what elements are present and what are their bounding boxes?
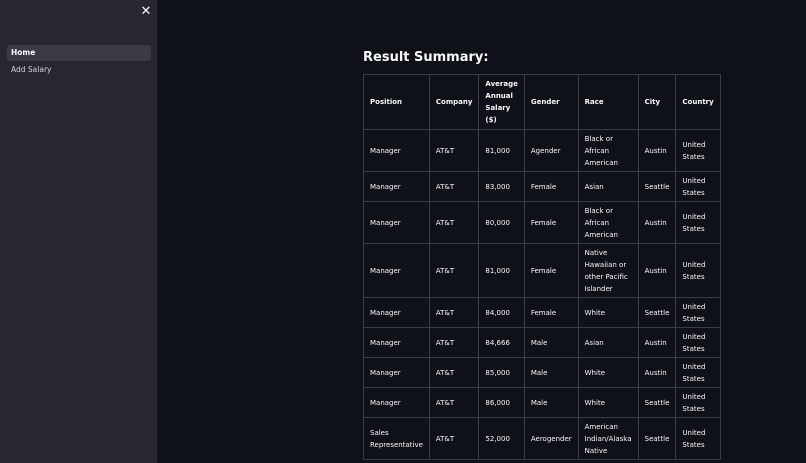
table-row: Manager AT&T 84,000 Female White Seattle Unite…	[363, 297, 721, 328]
table-row: Manager AT&T 80,000 Female Black or African …	[363, 201, 721, 244]
cell-salary: 84,666	[478, 327, 525, 358]
cell-position: Manager	[363, 171, 430, 202]
cell-country: United States	[675, 201, 721, 244]
header-company: Company	[428, 74, 480, 130]
sidebar-item-add-salary[interactable]: Add Salary	[7, 62, 151, 78]
cell-salary: 81,000	[478, 243, 525, 298]
cell-city: Austin	[637, 129, 677, 172]
cell-gender: Female	[523, 171, 579, 202]
cell-gender: Male	[523, 327, 579, 358]
cell-salary: 84,000	[478, 297, 525, 328]
cell-company: AT&T	[428, 357, 480, 388]
result-table: Position Company Average Annual Salary (…	[363, 74, 721, 460]
cell-country: United States	[675, 417, 721, 460]
sidebar: ✕ Home Add Salary	[0, 0, 157, 463]
cell-gender: Female	[523, 243, 579, 298]
app-root: ✕ Home Add Salary Result Summary: Positi…	[0, 0, 806, 463]
cell-salary: 81,000	[478, 129, 525, 172]
cell-race: White	[577, 357, 639, 388]
table-body: Manager AT&T 81,000 Agender Black or African…	[363, 129, 721, 460]
cell-country: United States	[675, 171, 721, 202]
cell-city: Austin	[637, 201, 677, 244]
cell-city: Seattle	[637, 297, 677, 328]
cell-company: AT&T	[428, 201, 480, 244]
cell-salary: 86,000	[478, 387, 525, 418]
table-row: Sales Representative AT&T 52,000 Aerogender…	[363, 417, 721, 460]
sidebar-item-home[interactable]: Home	[7, 45, 151, 61]
header-country: Country	[675, 74, 721, 130]
cell-company: AT&T	[428, 129, 480, 172]
cell-position: Manager	[363, 297, 430, 328]
header-gender: Gender	[523, 74, 579, 130]
cell-country: United States	[675, 327, 721, 358]
cell-city: Austin	[637, 243, 677, 298]
cell-position: Manager	[363, 201, 430, 244]
cell-position: Manager	[363, 357, 430, 388]
cell-race: White	[577, 387, 639, 418]
cell-country: United States	[675, 243, 721, 298]
header-position: Position	[363, 74, 430, 130]
cell-salary: 80,000	[478, 201, 525, 244]
close-sidebar-icon[interactable]: ✕	[138, 4, 154, 20]
cell-country: United States	[675, 297, 721, 328]
cell-city: Austin	[637, 327, 677, 358]
cell-race: White	[577, 297, 639, 328]
result-table-container: Position Company Average Annual Salary (…	[363, 74, 721, 460]
cell-city: Seattle	[637, 171, 677, 202]
cell-position: Manager	[363, 387, 430, 418]
cell-gender: Agender	[523, 129, 579, 172]
cell-salary: 52,000	[478, 417, 525, 460]
cell-company: AT&T	[428, 417, 480, 460]
cell-race: American Indian/Alaska Native	[577, 417, 639, 460]
cell-gender: Female	[523, 297, 579, 328]
cell-city: Seattle	[637, 417, 677, 460]
table-row: Manager AT&T 81,000 Female Native Hawaiian o…	[363, 243, 721, 298]
page-title: Result Summary:	[363, 50, 489, 65]
cell-position: Manager	[363, 129, 430, 172]
header-city: City	[637, 74, 677, 130]
cell-race: Black or African American	[577, 201, 639, 244]
cell-city: Austin	[637, 357, 677, 388]
table-row: Manager AT&T 83,000 Female Asian Seattle Unite…	[363, 171, 721, 202]
cell-company: AT&T	[428, 387, 480, 418]
cell-company: AT&T	[428, 243, 480, 298]
cell-position: Manager	[363, 243, 430, 298]
cell-race: Asian	[577, 171, 639, 202]
cell-gender: Male	[523, 387, 579, 418]
cell-company: AT&T	[428, 297, 480, 328]
table-row: Manager AT&T 81,000 Agender Black or African…	[363, 129, 721, 172]
cell-race: Black or African American	[577, 129, 639, 172]
cell-country: United States	[675, 357, 721, 388]
cell-position: Manager	[363, 327, 430, 358]
table-row: Manager AT&T 86,000 Male White Seattle United …	[363, 387, 721, 418]
cell-salary: 83,000	[478, 171, 525, 202]
table-row: Manager AT&T 85,000 Male White Austin United S…	[363, 357, 721, 388]
cell-gender: Male	[523, 357, 579, 388]
cell-company: AT&T	[428, 171, 480, 202]
cell-gender: Female	[523, 201, 579, 244]
header-salary: Average Annual Salary ($)	[478, 74, 525, 130]
cell-company: AT&T	[428, 327, 480, 358]
cell-salary: 85,000	[478, 357, 525, 388]
sidebar-nav: Home Add Salary	[7, 45, 151, 79]
cell-country: United States	[675, 387, 721, 418]
cell-gender: Aerogender	[523, 417, 579, 460]
table-header-row: Position Company Average Annual Salary (…	[363, 74, 721, 130]
cell-country: United States	[675, 129, 721, 172]
header-race: Race	[577, 74, 639, 130]
table-row: Manager AT&T 84,666 Male Asian Austin United S…	[363, 327, 721, 358]
cell-city: Seattle	[637, 387, 677, 418]
main-content: Result Summary: Position Company Average…	[157, 0, 806, 463]
cell-race: Asian	[577, 327, 639, 358]
cell-race: Native Hawaiian or other Pacific Islande…	[577, 243, 639, 298]
cell-position: Sales Representative	[363, 417, 430, 460]
